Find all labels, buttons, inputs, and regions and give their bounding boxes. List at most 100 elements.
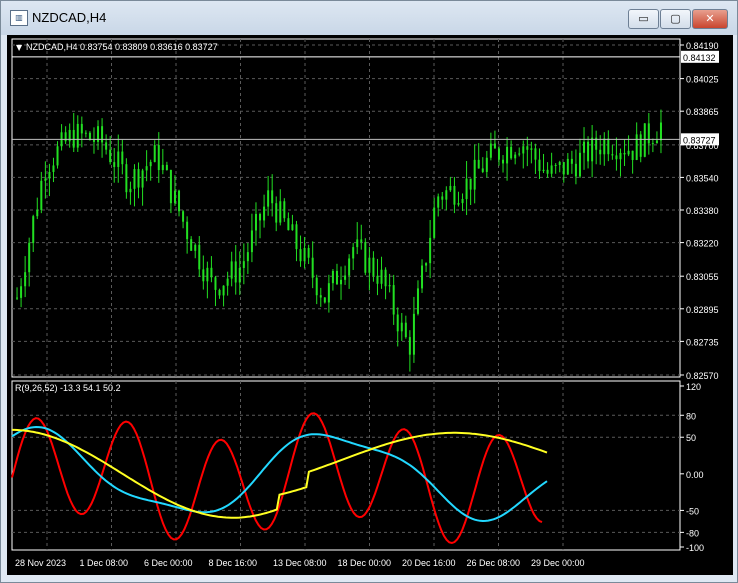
candle-body	[542, 169, 545, 172]
time-label: 20 Dec 16:00	[402, 558, 456, 568]
candle-body	[538, 159, 541, 172]
close-button[interactable]: ✕	[692, 9, 728, 29]
price-label: 0.83865	[686, 107, 719, 117]
candle-body	[514, 154, 517, 159]
price-label: 0.83055	[686, 272, 719, 282]
candle-body	[242, 261, 245, 268]
candle-body	[129, 188, 132, 193]
price-label: 0.84025	[686, 75, 719, 85]
indicator-pane-border	[11, 380, 681, 551]
candle-body	[587, 141, 590, 162]
candle-body	[449, 185, 452, 191]
candle-body	[226, 278, 229, 286]
candle-body	[165, 164, 168, 171]
candle-body	[481, 168, 484, 172]
candle-body	[562, 162, 565, 175]
minimize-button[interactable]: ▭	[628, 9, 659, 29]
header-arrow-icon: ▼	[16, 43, 23, 52]
candle-body	[238, 267, 241, 283]
price-label: 0.83380	[686, 206, 719, 216]
candle-body	[323, 297, 326, 303]
candle-body	[72, 129, 75, 148]
candle-body	[497, 148, 500, 160]
candle-body	[161, 164, 164, 171]
candle-body	[198, 244, 201, 270]
candle-body	[437, 196, 440, 208]
candle-body	[510, 146, 513, 159]
candle-body	[433, 207, 436, 238]
candle-body	[384, 269, 387, 287]
candle-body	[20, 286, 23, 298]
candle-body	[303, 247, 306, 262]
candle-body	[105, 142, 108, 150]
candle-body	[635, 134, 638, 160]
candle-body	[222, 285, 225, 296]
candle-body	[416, 288, 419, 314]
candle-body	[145, 166, 148, 171]
candle-body	[76, 123, 79, 148]
candle-body	[493, 143, 496, 149]
price-label: 0.82570	[686, 371, 719, 381]
chart-area[interactable]: 0.84190 0.84025 0.83865 0.83700 0.83540 0.833…	[7, 35, 733, 575]
time-label: 26 Dec 08:00	[467, 558, 521, 568]
candle-body	[178, 190, 181, 212]
candle-body	[372, 257, 375, 276]
price-line-label: 0.84132	[683, 53, 716, 63]
candle-body	[88, 132, 91, 140]
candle-body	[335, 270, 338, 285]
price-label: 0.83220	[686, 239, 719, 249]
candle-body	[206, 267, 209, 282]
candle-body	[578, 152, 581, 177]
candle-body	[24, 272, 27, 287]
chart-canvas[interactable]: 0.841900.840250.838650.837000.835400.833…	[7, 35, 733, 575]
chart-header: NZDCAD,H4 0.83754 0.83809 0.83616 0.8372…	[26, 42, 218, 52]
candle-body	[141, 170, 144, 188]
candle-body	[64, 132, 67, 142]
maximize-button[interactable]: ▢	[660, 9, 691, 29]
indicator-tick-label: -100	[686, 543, 704, 553]
candle-body	[408, 337, 411, 355]
candle-body	[392, 285, 395, 315]
candle-body	[230, 261, 233, 279]
candle-body	[133, 169, 136, 189]
candle-body	[210, 267, 213, 278]
candle-body	[267, 190, 270, 207]
candle-body	[275, 203, 278, 223]
candle-body	[651, 143, 654, 145]
title-bar[interactable]: ▥ NZDCAD,H4 ▭ ▢ ✕	[1, 1, 737, 35]
candle-body	[36, 209, 39, 217]
candle-body	[295, 224, 298, 250]
candle-body	[56, 146, 59, 166]
candle-body	[619, 152, 622, 160]
candle-body	[194, 244, 197, 251]
window-title: NZDCAD,H4	[32, 10, 107, 25]
price-label: 0.83540	[686, 173, 719, 183]
candle-body	[182, 211, 185, 222]
candle-body	[465, 178, 468, 200]
candle-body	[574, 163, 577, 177]
candle-body	[113, 162, 116, 167]
candle-body	[611, 154, 614, 156]
candle-body	[356, 239, 359, 248]
candle-body	[400, 322, 403, 332]
candle-body	[473, 159, 476, 190]
candle-body	[52, 165, 55, 172]
candle-body	[254, 213, 257, 231]
indicator-tick-label: -50	[686, 506, 699, 516]
indicator-label: R(9,26,52) -13.3 54.1 50.2	[15, 383, 121, 393]
candle-body	[186, 221, 189, 240]
candle-body	[457, 203, 460, 205]
candle-body	[655, 140, 658, 144]
candle-body	[388, 285, 391, 287]
candle-body	[461, 199, 464, 204]
candle-body	[214, 277, 217, 290]
candle-body	[250, 230, 253, 253]
candle-body	[445, 190, 448, 200]
candle-body	[283, 201, 286, 219]
time-label: 18 Dec 00:00	[338, 558, 392, 568]
candle-body	[550, 165, 553, 174]
candle-body	[331, 270, 334, 284]
price-line-label: 0.83727	[683, 135, 716, 145]
time-label: 29 Dec 00:00	[531, 558, 585, 568]
candle-body	[153, 145, 156, 162]
